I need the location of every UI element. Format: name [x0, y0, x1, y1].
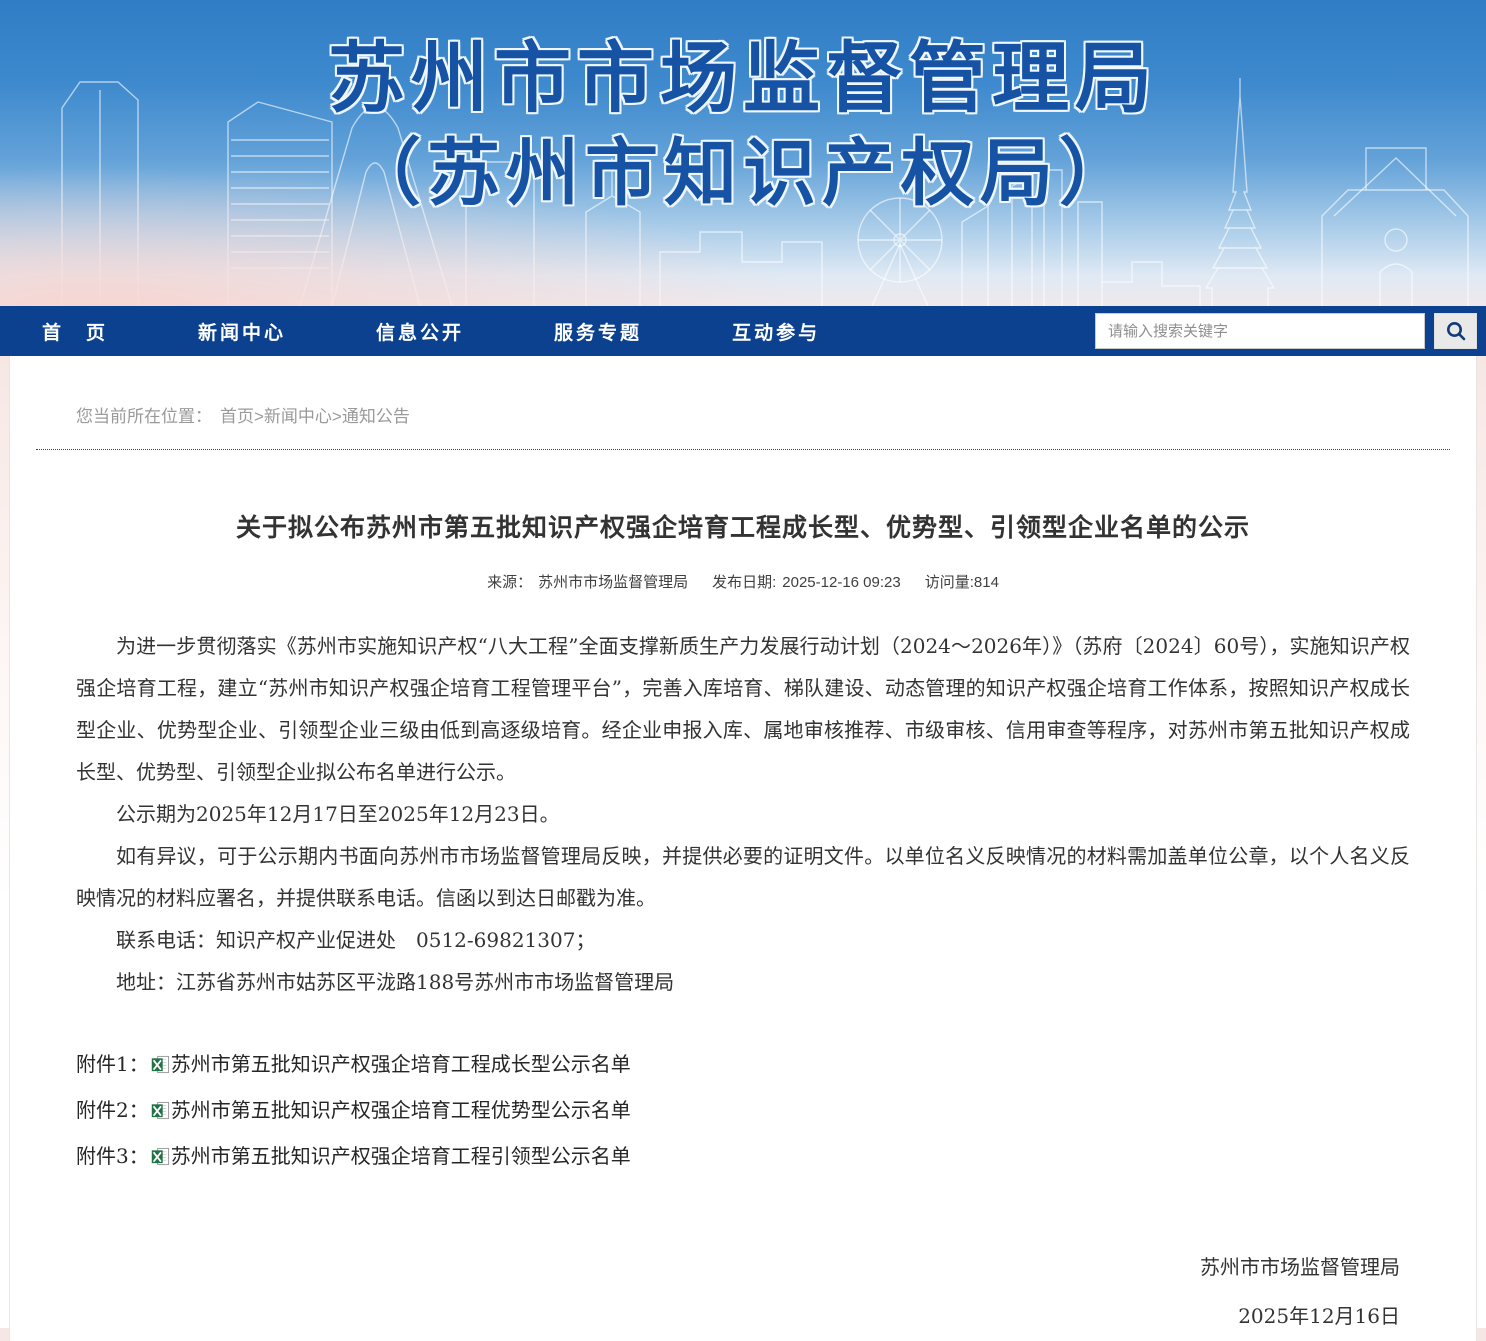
paragraph-intro: 为进一步贯彻落实《苏州市实施知识产权“八大工程”全面支撑新质生产力发展行动计划（… [76, 625, 1410, 793]
search-bar [1095, 313, 1477, 349]
paragraph-publicity-period: 公示期为2025年12月17日至2025年12月23日。 [76, 793, 1410, 835]
search-input[interactable] [1095, 313, 1425, 349]
excel-file-icon [151, 1092, 170, 1135]
attachment-row: 附件3： 苏州市第五批知识产权强企培育工程引领型公示名单 [76, 1135, 1410, 1181]
article-body: 为进一步贯彻落实《苏州市实施知识产权“八大工程”全面支撑新质生产力发展行动计划（… [76, 625, 1410, 1003]
meta-views-label: 访问量: [925, 574, 974, 591]
main-nav: 首 页 新闻中心 信息公开 服务专题 互动参与 [0, 306, 1486, 356]
attachment-label: 附件3： [76, 1144, 149, 1168]
signature-org: 苏州市市场监督管理局 [10, 1243, 1400, 1292]
signature-date: 2025年12月16日 [10, 1292, 1400, 1341]
breadcrumb: 您当前所在位置： 首页>新闻中心>通知公告 [10, 356, 1476, 427]
search-icon [1445, 320, 1467, 342]
paragraph-address: 地址：江苏省苏州市姑苏区平泷路188号苏州市市场监督管理局 [76, 961, 1410, 1003]
nav-item-info-disclosure[interactable]: 信息公开 [376, 318, 464, 345]
attachment-link[interactable]: 苏州市第五批知识产权强企培育工程优势型公示名单 [171, 1098, 631, 1122]
site-title: 苏州市市场监督管理局 [0, 34, 1486, 125]
site-subtitle: （苏州市知识产权局） [0, 131, 1486, 217]
excel-file-icon [151, 1046, 170, 1089]
article-meta: 来源： 苏州市市场监督管理局 发布日期: 2025-12-16 09:23 访问量:81… [10, 571, 1476, 592]
meta-views: 814 [974, 574, 999, 591]
excel-file-icon [151, 1138, 170, 1181]
paragraph-objection: 如有异议，可于公示期内书面向苏州市市场监督管理局反映，并提供必要的证明文件。以单… [76, 835, 1410, 919]
dotted-divider [36, 449, 1450, 450]
site-title-block: 苏州市市场监督管理局 （苏州市知识产权局） [0, 34, 1486, 217]
attachment-row: 附件2： 苏州市第五批知识产权强企培育工程优势型公示名单 [76, 1089, 1410, 1135]
nav-item-home[interactable]: 首 页 [42, 318, 108, 345]
meta-date-label: 发布日期: [712, 574, 776, 591]
content-panel: 您当前所在位置： 首页>新闻中心>通知公告 关于拟公布苏州市第五批知识产权强企培育… [9, 356, 1477, 1341]
page: 苏州市市场监督管理局 （苏州市知识产权局） 首 页 新闻中心 信息公开 服务专题… [0, 0, 1486, 1341]
attachment-link[interactable]: 苏州市第五批知识产权强企培育工程成长型公示名单 [171, 1052, 631, 1076]
meta-date: 2025-12-16 09:23 [782, 574, 900, 591]
article: 关于拟公布苏州市第五批知识产权强企培育工程成长型、优势型、引领型企业名单的公示 … [10, 508, 1476, 1341]
nav-item-news[interactable]: 新闻中心 [198, 318, 286, 345]
paragraph-contact-phone: 联系电话：知识产权产业促进处 0512-69821307； [76, 919, 1410, 961]
attachment-link[interactable]: 苏州市第五批知识产权强企培育工程引领型公示名单 [171, 1144, 631, 1168]
attachment-row: 附件1： 苏州市第五批知识产权强企培育工程成长型公示名单 [76, 1043, 1410, 1089]
meta-source-label: 来源： [487, 574, 532, 591]
breadcrumb-path[interactable]: 首页>新闻中心>通知公告 [220, 407, 410, 426]
article-title: 关于拟公布苏州市第五批知识产权强企培育工程成长型、优势型、引领型企业名单的公示 [80, 508, 1406, 544]
nav-item-interaction[interactable]: 互动参与 [732, 318, 820, 345]
nav-item-service-topics[interactable]: 服务专题 [554, 318, 642, 345]
attachment-label: 附件1： [76, 1052, 149, 1076]
search-button[interactable] [1434, 313, 1477, 349]
site-banner: 苏州市市场监督管理局 （苏州市知识产权局） [0, 0, 1486, 306]
breadcrumb-label: 您当前所在位置： [76, 407, 212, 426]
attachment-label: 附件2： [76, 1098, 149, 1122]
attachment-list: 附件1： 苏州市第五批知识产权强企培育工程成长型公示名单 附件2： 苏州市第五批知识… [76, 1043, 1410, 1181]
meta-source: 苏州市市场监督管理局 [538, 574, 688, 591]
signature-block: 苏州市市场监督管理局 2025年12月16日 [10, 1243, 1400, 1341]
